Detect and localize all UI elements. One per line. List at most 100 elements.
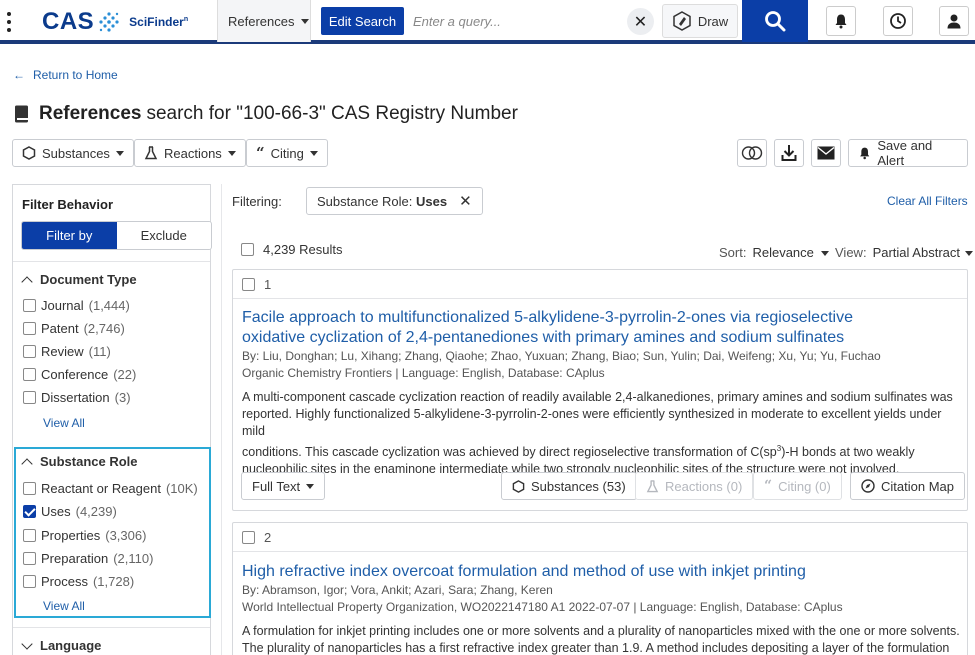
remove-filter-icon[interactable]: ✕ xyxy=(459,192,472,210)
filter-option-review[interactable]: Review (11) xyxy=(23,344,111,359)
caret-down-icon xyxy=(227,150,236,156)
return-home-link[interactable]: ← Return to Home xyxy=(13,68,118,82)
clear-all-filters-link[interactable]: Clear All Filters xyxy=(887,194,968,208)
draw-button[interactable]: Draw xyxy=(662,4,738,38)
search-button[interactable] xyxy=(742,0,808,42)
citation-map-label: Citation Map xyxy=(881,478,954,494)
history-button[interactable] xyxy=(883,6,913,36)
chip-text: Substance Role: Uses xyxy=(317,193,448,209)
substance-role-view-all-link[interactable]: View All xyxy=(43,599,85,613)
cas-scifinder-logo[interactable]: CAS SciFindern xyxy=(42,8,188,36)
bell-icon xyxy=(860,147,870,160)
reactions-dropdown[interactable]: Reactions xyxy=(134,139,246,167)
save-and-alert-button[interactable]: Save and Alert xyxy=(848,138,968,168)
search-bar: References Edit Search Enter a query... … xyxy=(217,0,808,42)
checkbox[interactable] xyxy=(23,482,36,495)
document-type-view-all-link[interactable]: View All xyxy=(43,416,85,430)
substance-role-title: Substance Role xyxy=(40,454,138,469)
substances-count-label: Substances (53) xyxy=(531,478,626,494)
logo-scifinder-text: SciFindern xyxy=(129,15,189,29)
view-value: Partial Abstract xyxy=(872,245,960,260)
checkbox[interactable] xyxy=(23,552,36,565)
download-icon xyxy=(781,145,797,161)
filter-option-preparation[interactable]: Preparation (2,110) xyxy=(23,551,153,566)
option-count: (2,746) xyxy=(83,321,125,336)
option-count: (2,110) xyxy=(113,551,154,566)
option-count: (3) xyxy=(114,390,131,405)
result-source: World Intellectual Property Organization… xyxy=(242,600,843,614)
document-type-title: Document Type xyxy=(40,272,137,287)
citing-label: Citing xyxy=(270,145,304,161)
title-bold: References xyxy=(39,103,142,124)
sort-dropdown[interactable]: Sort: Relevance xyxy=(719,245,829,260)
checkbox[interactable] xyxy=(23,368,36,381)
query-input[interactable]: Enter a query... xyxy=(413,7,633,35)
checkbox[interactable] xyxy=(23,391,36,404)
filter-option-properties[interactable]: Properties (3,306) xyxy=(23,528,146,543)
checkbox[interactable] xyxy=(23,575,36,588)
filter-option-journal[interactable]: Journal (1,444) xyxy=(23,298,130,313)
citing-count-button[interactable]: “ Citing (0) xyxy=(753,472,842,500)
filter-by-button[interactable]: Filter by xyxy=(22,222,117,249)
option-count: (3,306) xyxy=(105,528,147,543)
result-authors: By: Liu, Donghan; Lu, Xihang; Zhang, Qia… xyxy=(242,349,881,363)
citation-map-button[interactable]: Citation Map xyxy=(850,472,965,500)
full-text-dropdown[interactable]: Full Text xyxy=(241,472,326,500)
checkbox[interactable] xyxy=(23,529,36,542)
checkbox[interactable] xyxy=(23,299,36,312)
option-label: Dissertation xyxy=(41,390,110,405)
filter-option-patent[interactable]: Patent (2,746) xyxy=(23,321,125,336)
title-line: Facile approach to multifunctionalized 5… xyxy=(242,309,853,326)
option-label: Process xyxy=(41,574,88,589)
substances-dropdown[interactable]: Substances xyxy=(12,139,134,167)
option-count: (4,239) xyxy=(75,504,117,519)
substances-count-button[interactable]: Substances (53) xyxy=(501,472,637,500)
result-checkbox[interactable] xyxy=(242,531,255,544)
filter-option-conference[interactable]: Conference (22) xyxy=(23,367,136,382)
exclude-button[interactable]: Exclude xyxy=(116,222,211,249)
caret-down-icon xyxy=(306,483,315,489)
chevron-up-icon xyxy=(21,457,33,470)
notifications-button[interactable] xyxy=(826,6,856,36)
filter-option-dissertation[interactable]: Dissertation (3) xyxy=(23,390,131,405)
abstract-line: conditions. This cascade cyclization was… xyxy=(242,444,915,460)
document-type-header[interactable]: Document Type xyxy=(21,272,137,288)
select-all-checkbox[interactable] xyxy=(241,243,254,256)
checkbox-checked[interactable] xyxy=(23,505,36,518)
caret-down-icon xyxy=(301,18,310,24)
kebab-menu-icon[interactable] xyxy=(6,12,12,32)
abstract-line: A formulation for inkjet printing includ… xyxy=(242,624,960,638)
result-index: 1 xyxy=(264,277,272,292)
draw-label: Draw xyxy=(697,13,729,29)
filter-option-process[interactable]: Process (1,728) xyxy=(23,574,134,589)
checkbox[interactable] xyxy=(23,322,36,335)
filter-sidebar: Filter Behavior Filter by Exclude Docume… xyxy=(12,184,212,655)
overlap-circles-icon xyxy=(741,146,763,160)
edit-search-button[interactable]: Edit Search xyxy=(321,7,404,35)
checkbox[interactable] xyxy=(23,345,36,358)
citing-dropdown[interactable]: “ Citing xyxy=(246,139,328,167)
clear-query-icon[interactable]: ✕ xyxy=(627,8,654,35)
substance-role-header[interactable]: Substance Role xyxy=(21,454,138,470)
combine-button[interactable] xyxy=(737,139,767,167)
reactions-count-button[interactable]: Reactions (0) xyxy=(635,472,754,500)
result-authors: By: Abramson, Igor; Vora, Ankit; Azari, … xyxy=(242,583,553,597)
language-header[interactable]: Language xyxy=(21,637,101,653)
option-label: Patent xyxy=(41,321,79,336)
filter-option-reactant-or-reagent[interactable]: Reactant or Reagent (10K) xyxy=(23,481,198,496)
email-button[interactable] xyxy=(811,139,841,167)
view-dropdown[interactable]: View: Partial Abstract xyxy=(835,245,973,260)
citing-count-label: Citing (0) xyxy=(778,478,831,494)
download-button[interactable] xyxy=(774,139,804,167)
result-title-link[interactable]: Facile approach to multifunctionalized 5… xyxy=(242,308,853,348)
title-rest: search for "100-66-3" CAS Registry Numbe… xyxy=(146,103,518,124)
reactions-label: Reactions xyxy=(164,145,222,161)
search-type-dropdown[interactable]: References xyxy=(218,0,311,42)
result-title-link[interactable]: High refractive index overcoat formulati… xyxy=(242,562,806,582)
result-checkbox[interactable] xyxy=(242,278,255,291)
divider xyxy=(13,627,210,628)
abstract-line: The plurality of nanoparticles has a fir… xyxy=(242,641,950,655)
user-account-button[interactable] xyxy=(939,6,969,36)
search-icon xyxy=(765,11,786,32)
filter-option-uses[interactable]: Uses (4,239) xyxy=(23,504,117,519)
